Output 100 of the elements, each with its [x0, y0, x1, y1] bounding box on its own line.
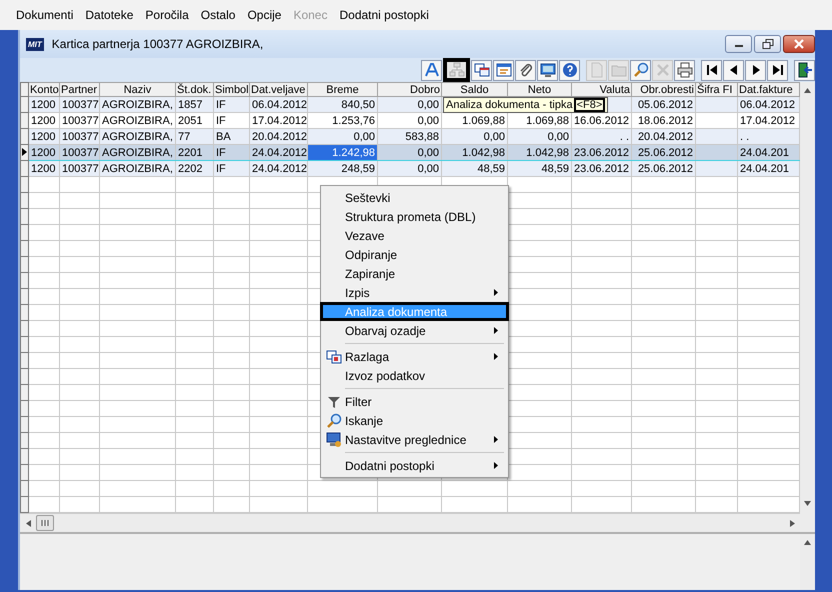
restore-button[interactable] — [754, 35, 781, 53]
menu-item[interactable]: Seštevki — [320, 188, 509, 207]
scroll-thumb[interactable] — [36, 515, 54, 531]
toolbar-prev-button[interactable] — [723, 60, 744, 80]
exit-door-icon — [796, 62, 812, 78]
menu-item[interactable]: Datoteke — [79, 8, 140, 22]
menu-item[interactable]: Izvoz podatkov — [320, 366, 509, 385]
column-header[interactable]: Dobro — [378, 82, 442, 96]
page-icon — [588, 62, 604, 78]
column-header[interactable]: Simbol — [214, 82, 250, 96]
table-cell: . . — [572, 128, 632, 144]
printer-icon — [676, 62, 692, 78]
table-cell: 0,00 — [378, 160, 442, 176]
column-header[interactable]: Saldo — [442, 82, 508, 96]
menu-item[interactable]: Nastavitve preglednice — [320, 430, 509, 449]
toolbar-windows-button[interactable] — [471, 60, 492, 80]
windows-icon — [474, 62, 490, 78]
menu-item[interactable]: Zapiranje — [320, 264, 509, 283]
table-cell: 77 — [176, 128, 214, 144]
paperclip-icon — [518, 62, 534, 78]
submenu-arrow-icon — [494, 353, 498, 360]
menu-item[interactable]: Odpiranje — [320, 245, 509, 264]
menu-item[interactable]: Dokumenti — [10, 8, 80, 22]
toolbar-print-button[interactable] — [674, 60, 695, 80]
menu-item[interactable]: Struktura prometa (DBL) — [320, 207, 509, 226]
toolbar-clip-button[interactable] — [515, 60, 536, 80]
toolbar-next-button[interactable] — [745, 60, 766, 80]
table-cell: 2202 — [176, 160, 214, 176]
toolbar-first-button[interactable] — [701, 60, 722, 80]
letter-a-icon — [424, 62, 440, 78]
table-cell: IF — [214, 160, 250, 176]
table-cell: 48,59 — [442, 160, 508, 176]
menu-item[interactable]: Dodatni postopki — [320, 456, 509, 475]
table-cell: 1200 — [28, 160, 60, 176]
table-cell: 2201 — [176, 144, 214, 160]
toolbar-last-button[interactable] — [767, 60, 788, 80]
table-cell: 24.04.201 — [738, 144, 800, 160]
column-header[interactable]: Valuta — [572, 82, 632, 96]
table-cell: 23.06.2012 — [572, 160, 632, 176]
menu-item[interactable]: Poročila — [139, 8, 195, 22]
close-button[interactable] — [783, 35, 815, 53]
help-icon — [562, 62, 578, 78]
column-header[interactable]: Neto — [508, 82, 572, 96]
column-header[interactable]: Obr.obresti — [632, 82, 696, 96]
windows-icon — [326, 348, 342, 364]
table-cell: AGROIZBIRA, — [100, 144, 176, 160]
table-cell: 100377 — [60, 160, 100, 176]
table-cell: 24.04.201 — [738, 160, 800, 176]
menu-item[interactable]: Vezave — [320, 226, 509, 245]
column-header[interactable]: Konto — [28, 82, 60, 96]
toolbar-list-button[interactable] — [493, 60, 514, 80]
toolbar-monitor-button[interactable] — [537, 60, 558, 80]
table-cell: 05.06.2012 — [632, 96, 696, 112]
search-icon — [632, 62, 648, 78]
shortcut-key: <F8> — [574, 98, 606, 112]
monitor-icon — [326, 432, 342, 448]
horizontal-scrollbar[interactable] — [20, 513, 800, 532]
scroll-down-icon[interactable] — [804, 501, 811, 506]
toolbar-exit-button[interactable] — [794, 60, 815, 80]
menu-item[interactable]: Filter — [320, 392, 509, 411]
close-icon — [793, 39, 805, 49]
scroll-up-icon[interactable] — [804, 88, 811, 93]
cross-icon — [654, 62, 670, 78]
column-header[interactable]: Partner — [60, 82, 100, 96]
table-cell: 1.042,98 — [508, 144, 572, 160]
table-cell: 1.042,98 — [442, 144, 508, 160]
tooltip-text: Analiza dokumenta - tipka — [446, 99, 573, 111]
menu-item[interactable]: Obarvaj ozadje — [320, 321, 509, 340]
scroll-up-icon[interactable] — [804, 540, 811, 545]
table-cell: 0,00 — [378, 144, 442, 160]
list-window-icon — [496, 62, 512, 78]
table-cell: 25.06.2012 — [632, 144, 696, 160]
submenu-arrow-icon — [494, 289, 498, 296]
vertical-scrollbar[interactable] — [800, 82, 815, 532]
menu-item[interactable]: Dodatni postopki — [333, 8, 435, 22]
table-cell: 1200 — [28, 96, 60, 112]
table-cell: 1200 — [28, 128, 60, 144]
table-cell: IF — [214, 144, 250, 160]
toolbar-letter-button[interactable] — [421, 60, 442, 80]
window-title: Kartica partnerja 100377 AGROIZBIRA, — [52, 37, 264, 51]
column-header[interactable]: Breme — [308, 82, 378, 96]
table-cell: . . — [738, 128, 800, 144]
menu-item[interactable]: Razlaga — [320, 347, 509, 366]
menu-item[interactable]: Ostalo — [194, 8, 242, 22]
column-header[interactable]: Dat.veljave — [250, 82, 308, 96]
column-header[interactable]: Dat.fakture — [738, 82, 800, 96]
toolbar-search-button[interactable] — [630, 60, 651, 80]
menu-item[interactable]: Iskanje — [320, 411, 509, 430]
minimize-button[interactable] — [725, 35, 752, 53]
search-icon — [326, 412, 342, 428]
menu-item[interactable]: Izpis — [320, 283, 509, 302]
table-cell: BA — [214, 128, 250, 144]
menu-item[interactable]: Opcije — [241, 8, 288, 22]
toolbar-help-button[interactable] — [559, 60, 580, 80]
table-cell: 25.06.2012 — [632, 160, 696, 176]
table-cell: 100377 — [60, 144, 100, 160]
app-logo: MIT — [26, 38, 44, 50]
table-cell: 24.04.2012 — [250, 144, 308, 160]
column-header[interactable]: Naziv — [100, 82, 176, 96]
table-cell: 248,59 — [308, 160, 378, 176]
